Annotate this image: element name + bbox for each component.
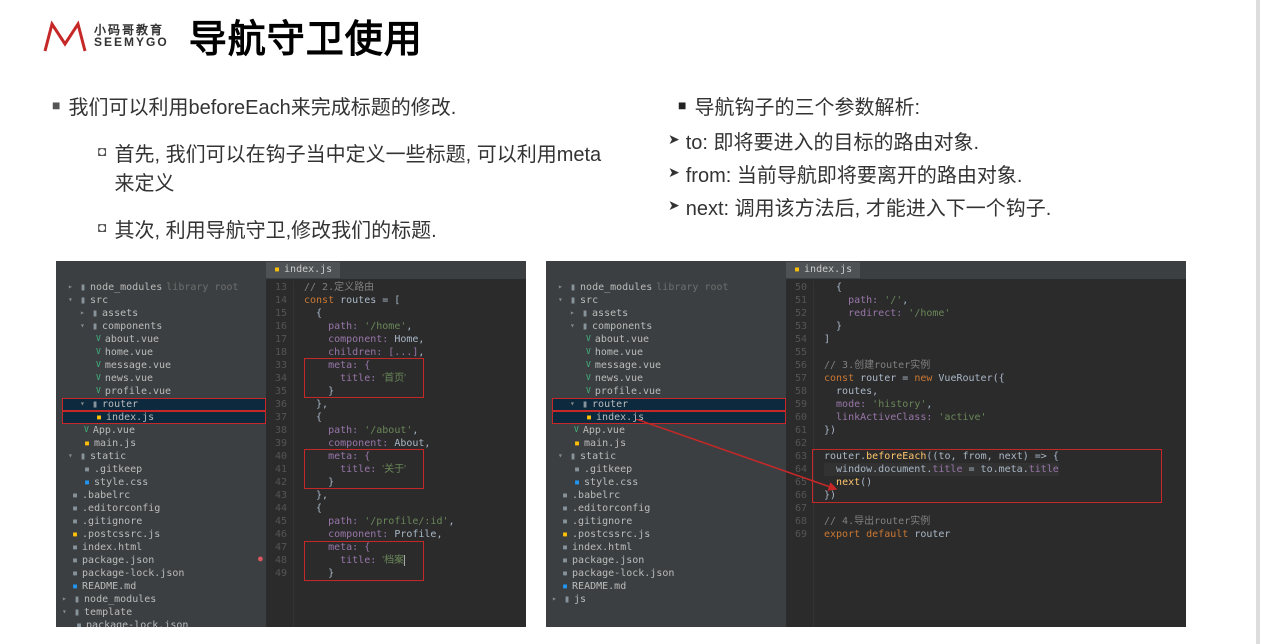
gutter-r: 5051525354555657585960616263646566676869 (786, 281, 814, 627)
right-column: 导航钩子的三个参数解析: to: 即将要进入的目标的路由对象. from: 当前… (648, 91, 1226, 261)
tree-router-r[interactable]: ▾▮router (552, 398, 786, 411)
tree-editorconfig[interactable]: ▪.editorconfig (62, 502, 266, 515)
logo-cn: 小码哥教育 (94, 24, 169, 36)
bullet-next-text: next: 调用该方法后, 才能进入下一个钩子. (686, 192, 1052, 221)
tree-node-modules2[interactable]: ▸▮node_modules (62, 593, 266, 606)
tree-indexjs-r[interactable]: ▪index.js (552, 411, 786, 424)
tree-indexhtml-r[interactable]: ▪index.html (552, 541, 786, 554)
bullet-from-text: from: 当前导航即将要离开的路由对象. (686, 159, 1023, 188)
tree-packagelock-r[interactable]: ▪package-lock.json (552, 567, 786, 580)
tree-message[interactable]: Vmessage.vue (62, 359, 266, 372)
tree-gitignore[interactable]: ▪.gitignore (62, 515, 266, 528)
logo-en: SEEMYGO (94, 36, 169, 48)
tree-src-r[interactable]: ▾▮src (552, 294, 786, 307)
breakpoint-icon[interactable]: ● (258, 554, 263, 565)
bullet-params: 导航钩子的三个参数解析: (678, 91, 1226, 120)
editor-tab-indexjs[interactable]: ▪index.js (266, 262, 340, 278)
tree-babelrc-r[interactable]: ▪.babelrc (552, 489, 786, 502)
ide-left-editor[interactable]: 1314151617183334353637383940414243444546… (266, 261, 526, 627)
tree-gitkeep[interactable]: ▪.gitkeep (62, 463, 266, 476)
tree-packagejson[interactable]: ▪package.json (62, 554, 266, 567)
logo-text: 小码哥教育 SEEMYGO (94, 24, 169, 48)
tree-packagelock[interactable]: ▪package-lock.json (62, 567, 266, 580)
tree-static[interactable]: ▾▮static (62, 450, 266, 463)
content: 我们可以利用beforeEach来完成标题的修改. 首先, 我们可以在钩子当中定… (0, 71, 1256, 261)
tree-node-modules[interactable]: ▸▮node_modules library root (62, 281, 266, 294)
code-r: { path: '/', redirect: '/home' } ] // 3.… (814, 281, 1059, 627)
tree-about-r[interactable]: Vabout.vue (552, 333, 786, 346)
tree-postcssrc[interactable]: ▪.postcssrc.js (62, 528, 266, 541)
logo-m-icon (40, 16, 90, 56)
gutter: 1314151617183334353637383940414243444546… (266, 281, 294, 627)
tree-appvue-r[interactable]: VApp.vue (552, 424, 786, 437)
bullet-to-text: to: 即将要进入的目标的路由对象. (686, 126, 979, 155)
tree-news[interactable]: Vnews.vue (62, 372, 266, 385)
tree-home-r[interactable]: Vhome.vue (552, 346, 786, 359)
tree-components-r[interactable]: ▾▮components (552, 320, 786, 333)
page-title: 导航守卫使用 (189, 8, 423, 63)
tree-template[interactable]: ▾▮template (62, 606, 266, 619)
tree-news-r[interactable]: Vnews.vue (552, 372, 786, 385)
logo: 小码哥教育 SEEMYGO (40, 16, 169, 56)
tree-indexjs[interactable]: ▪index.js (62, 411, 266, 424)
file-tree: ▸▮node_modules library root ▾▮src ▸▮asse… (56, 281, 266, 627)
tree-editorconfig-r[interactable]: ▪.editorconfig (552, 502, 786, 515)
tree-assets-r[interactable]: ▸▮assets (552, 307, 786, 320)
tree-assets[interactable]: ▸▮assets (62, 307, 266, 320)
tree-packagelock2[interactable]: ▪package-lock.json (62, 619, 266, 627)
bullet-next: next: 调用该方法后, 才能进入下一个钩子. (668, 192, 1226, 221)
ide-right-sidebar[interactable]: ▸▮node_modules library root ▾▮src ▸▮asse… (546, 261, 786, 627)
js-file-icon: ▪ (794, 263, 800, 277)
tree-readme[interactable]: ▪README.md (62, 580, 266, 593)
tree-home[interactable]: Vhome.vue (62, 346, 266, 359)
tree-readme-r[interactable]: ▪README.md (552, 580, 786, 593)
tree-static-r[interactable]: ▾▮static (552, 450, 786, 463)
tree-packagejson-r[interactable]: ▪package.json (552, 554, 786, 567)
tree-router[interactable]: ▾▮router (62, 398, 266, 411)
tree-postcssrc-r[interactable]: ▪.postcssrc.js (552, 528, 786, 541)
header: 小码哥教育 SEEMYGO 导航守卫使用 (0, 0, 1256, 71)
tree-src[interactable]: ▾▮src (62, 294, 266, 307)
ide-right-editor[interactable]: 5051525354555657585960616263646566676869… (786, 261, 1186, 627)
ide-screenshots: ▮ Project ▾ ▪index.js made by coderwhy 微… (0, 261, 1256, 627)
code: // 2.定义路由 const routes = [ { path: '/hom… (294, 281, 455, 627)
slide: 小码哥教育 SEEMYGO 导航守卫使用 我们可以利用beforeEach来完成… (0, 0, 1260, 644)
bullet-params-text: 导航钩子的三个参数解析: (694, 91, 920, 120)
bullet-sub-2-text: 其次, 利用导航守卫,修改我们的标题. (114, 214, 436, 243)
bullet-to: to: 即将要进入的目标的路由对象. (668, 126, 1226, 155)
ide-left-sidebar[interactable]: ▸▮node_modules library root ▾▮src ▸▮asse… (56, 261, 266, 627)
tree-about[interactable]: Vabout.vue (62, 333, 266, 346)
tree-mainjs-r[interactable]: ▪main.js (552, 437, 786, 450)
tree-babelrc[interactable]: ▪.babelrc (62, 489, 266, 502)
tree-message-r[interactable]: Vmessage.vue (552, 359, 786, 372)
tree-stylecss[interactable]: ▪style.css (62, 476, 266, 489)
editor-tab-indexjs-r[interactable]: ▪index.js (786, 262, 860, 278)
js-file-icon: ▪ (274, 263, 280, 277)
tree-appvue[interactable]: VApp.vue (62, 424, 266, 437)
ide-left: ▮ Project ▾ ▪index.js made by coderwhy 微… (56, 261, 526, 627)
tree-node-modules-r[interactable]: ▸▮node_modules library root (552, 281, 786, 294)
ide-right: ▮ Project ▾ ▪index.js made by coderwhy 微… (546, 261, 1186, 627)
bullet-sub-1-text: 首先, 我们可以在钩子当中定义一些标题, 可以利用meta来定义 (114, 138, 618, 196)
tree-profile[interactable]: Vprofile.vue (62, 385, 266, 398)
tree-mainjs[interactable]: ▪main.js (62, 437, 266, 450)
tree-profile-r[interactable]: Vprofile.vue (552, 385, 786, 398)
tree-stylecss-r[interactable]: ▪style.css (552, 476, 786, 489)
bullet-from: from: 当前导航即将要离开的路由对象. (668, 159, 1226, 188)
tree-js-r[interactable]: ▸▮js (552, 593, 786, 606)
bullet-main-text: 我们可以利用beforeEach来完成标题的修改. (68, 91, 456, 120)
tree-gitignore-r[interactable]: ▪.gitignore (552, 515, 786, 528)
tree-indexhtml[interactable]: ▪index.html (62, 541, 266, 554)
tree-gitkeep-r[interactable]: ▪.gitkeep (552, 463, 786, 476)
bullet-main: 我们可以利用beforeEach来完成标题的修改. (52, 91, 618, 120)
left-column: 我们可以利用beforeEach来完成标题的修改. 首先, 我们可以在钩子当中定… (40, 91, 618, 261)
bullet-sub-2: 其次, 利用导航守卫,修改我们的标题. (98, 214, 618, 243)
file-tree-r: ▸▮node_modules library root ▾▮src ▸▮asse… (546, 281, 786, 606)
bullet-sub-1: 首先, 我们可以在钩子当中定义一些标题, 可以利用meta来定义 (98, 138, 618, 196)
tree-components[interactable]: ▾▮components (62, 320, 266, 333)
